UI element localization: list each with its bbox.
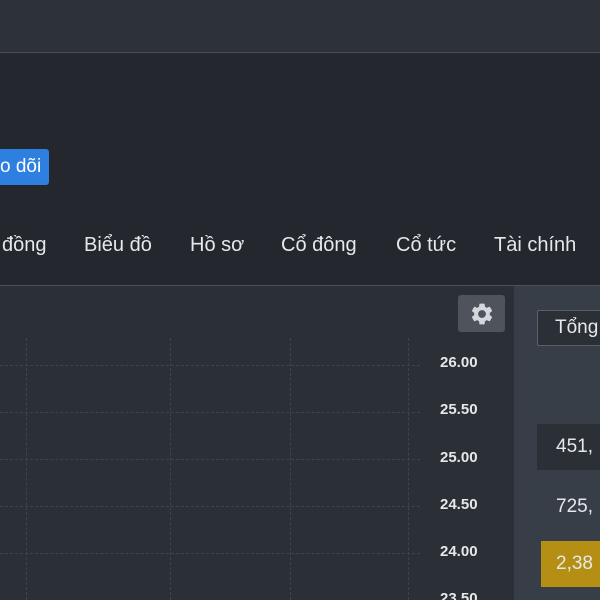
y-axis-tick: 25.50 — [440, 401, 478, 418]
total-select[interactable]: Tổng — [537, 310, 600, 346]
y-axis-tick: 26.00 — [440, 354, 478, 371]
tab-trading[interactable]: đồng — [2, 231, 47, 259]
tab-profile[interactable]: Hồ sơ — [190, 231, 244, 259]
chart-gridline — [0, 412, 420, 413]
chart-gridline — [290, 338, 291, 600]
y-axis-tick: 24.50 — [440, 496, 478, 513]
tab-financials[interactable]: Tài chính — [494, 231, 576, 259]
chart-gridline — [0, 553, 420, 554]
tab-dividends[interactable]: Cổ tức — [396, 231, 456, 259]
chart-gridline — [26, 338, 27, 600]
chart-gridline — [0, 459, 420, 460]
summary-value: 725, — [556, 496, 593, 517]
tab-chart[interactable]: Biểu đồ — [84, 231, 152, 259]
gear-icon — [471, 303, 492, 324]
y-axis-tick: 23.50 — [440, 590, 478, 600]
follow-button[interactable]: o dõi — [0, 149, 49, 185]
summary-value: 451, — [537, 424, 600, 470]
y-axis-tick: 25.00 — [440, 449, 478, 466]
chart-gridline — [0, 365, 420, 366]
chart-settings-button[interactable] — [458, 295, 505, 332]
top-bar — [0, 0, 600, 53]
chart-gridline — [408, 338, 409, 600]
chart-gridline — [170, 338, 171, 600]
chart-gridline — [0, 506, 420, 507]
summary-value-highlighted: 2,38 — [541, 541, 600, 587]
tab-shareholders[interactable]: Cổ đông — [281, 231, 357, 259]
y-axis-tick: 24.00 — [440, 543, 478, 560]
